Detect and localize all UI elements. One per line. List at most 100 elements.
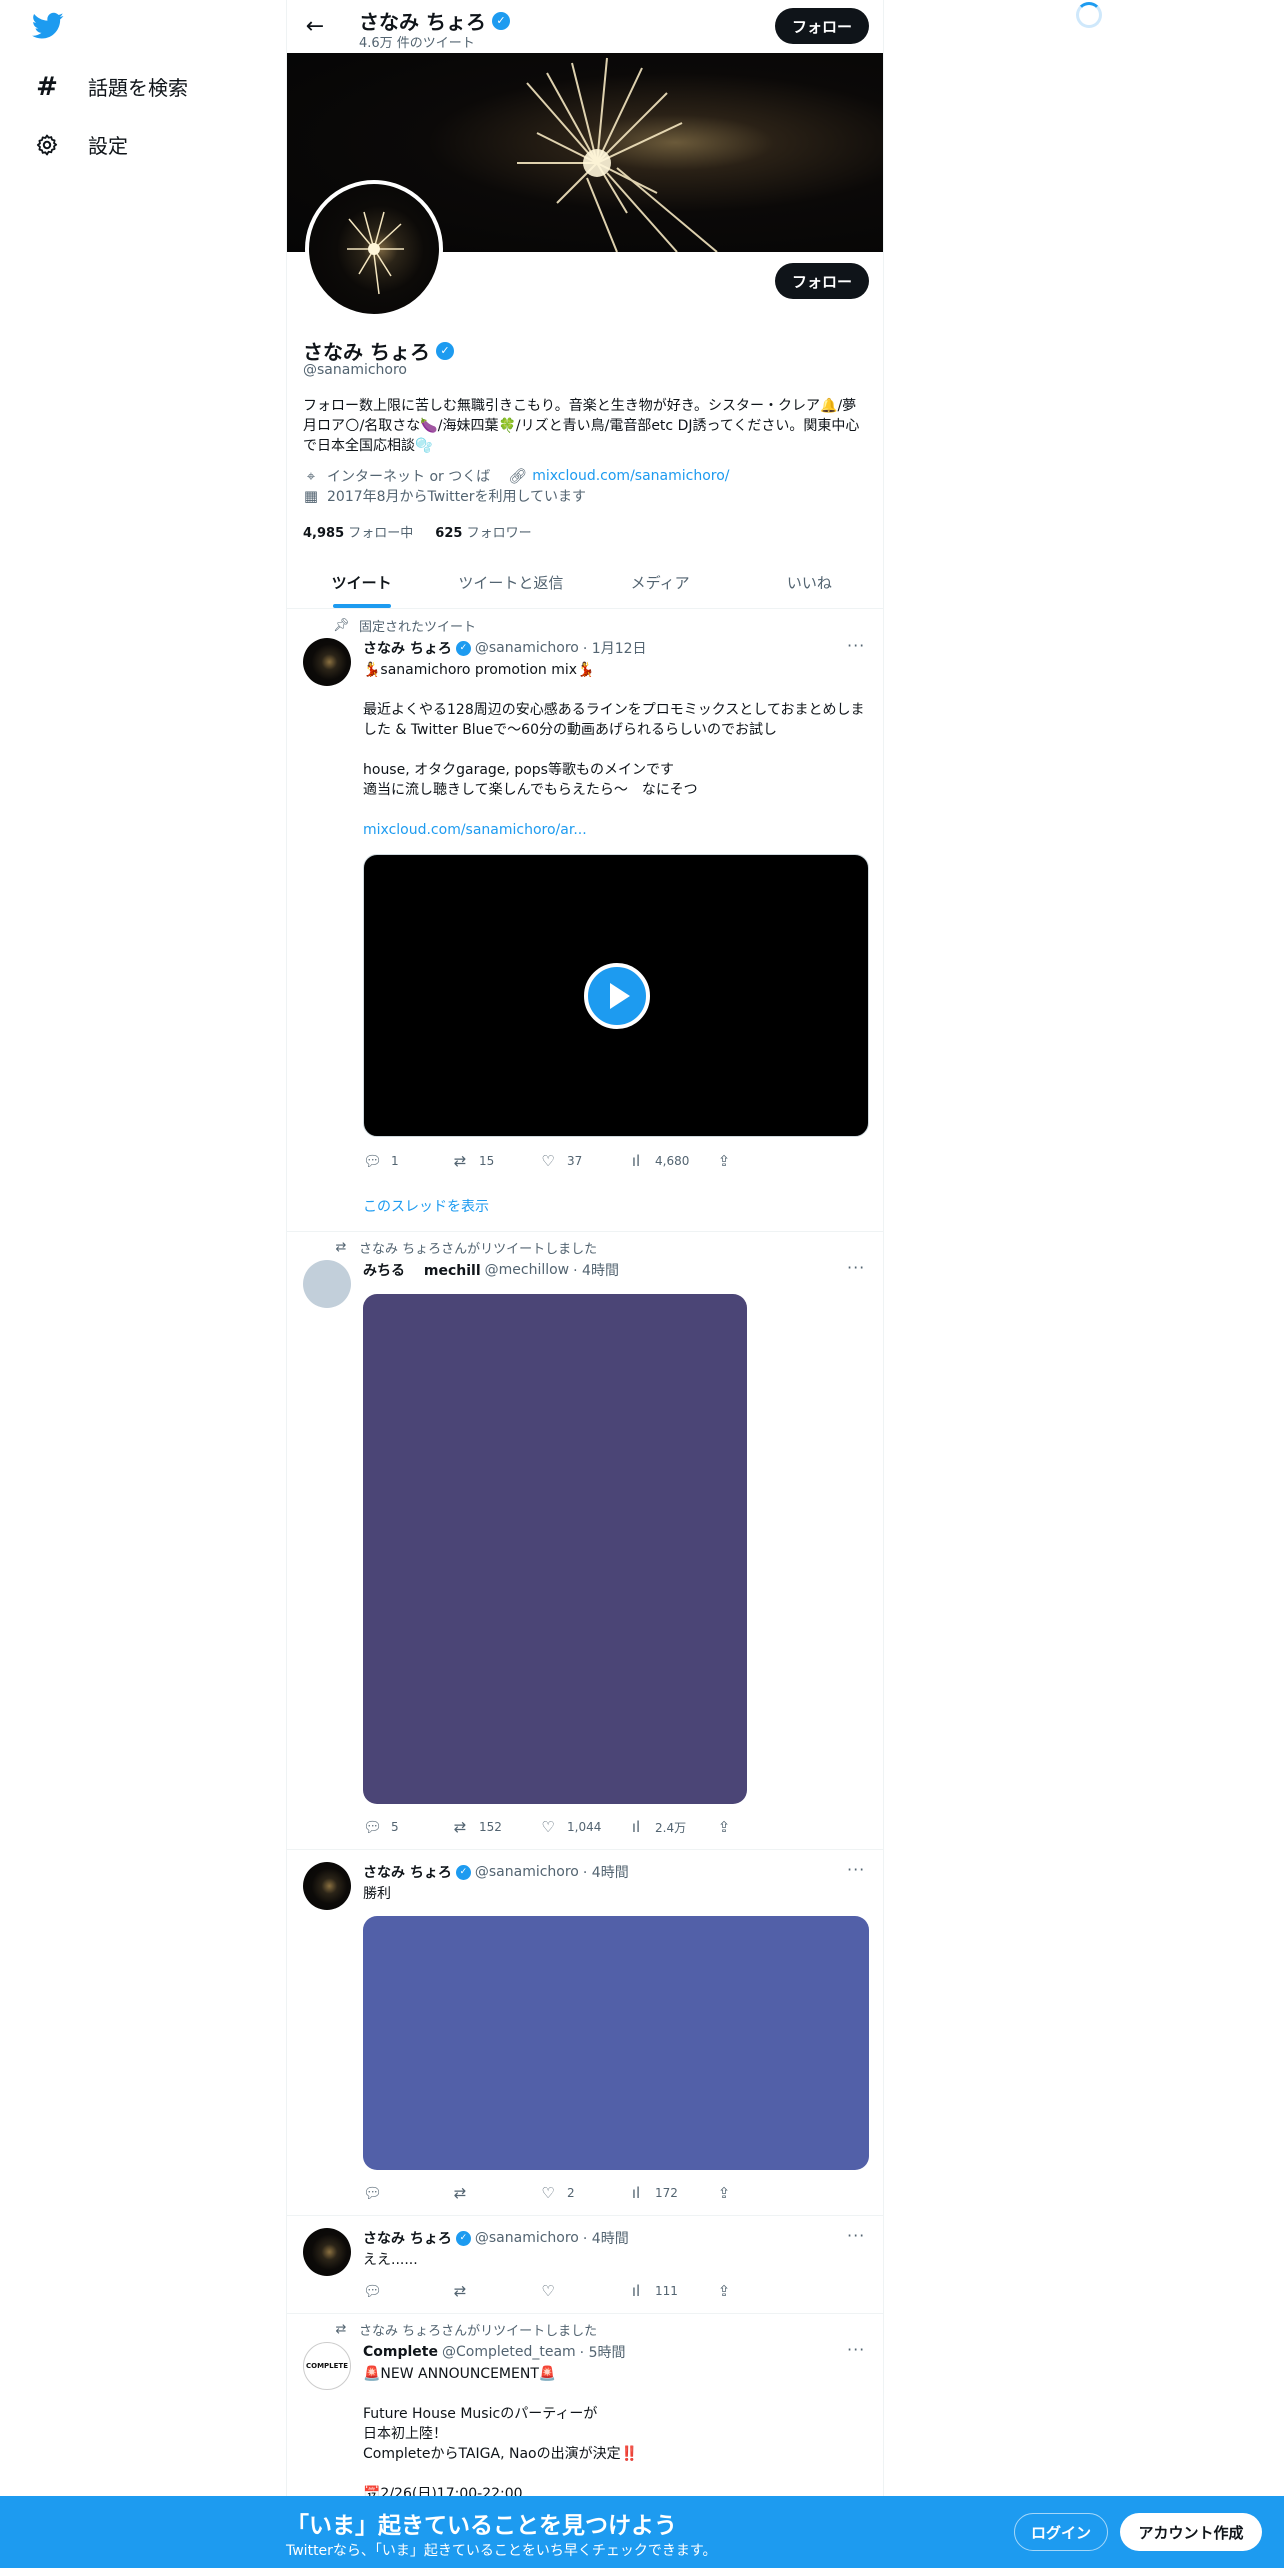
- bar-chart-icon: ıl: [631, 2282, 641, 2300]
- share-button[interactable]: ⇪: [715, 1152, 803, 1170]
- verified-badge-icon: ✓: [491, 11, 510, 30]
- retweet-context: ⇄ さなみ ちょろさんがリツイートしました: [333, 1238, 598, 1257]
- views-button[interactable]: ıl 2.4万: [627, 1818, 715, 1836]
- profile-website-link[interactable]: mixcloud.com/sanamichoro/: [532, 468, 729, 484]
- tweet-time[interactable]: · 1月12日: [583, 638, 647, 658]
- tweet-link[interactable]: mixcloud.com/sanamichoro/ar...: [363, 820, 869, 840]
- tweet-time[interactable]: · 4時間: [573, 1260, 619, 1280]
- show-thread-link[interactable]: このスレッドを表示: [363, 1196, 489, 1216]
- tweet-author-handle[interactable]: @sanamichoro: [475, 2230, 579, 2246]
- verified-badge-icon: ✓: [455, 1864, 471, 1880]
- reply-button[interactable]: 💬︎ 5: [363, 1818, 451, 1836]
- following-stat[interactable]: 4,985 フォロー中: [303, 522, 413, 541]
- more-options-icon[interactable]: ···: [847, 636, 865, 655]
- tweet-header: さなみ ちょろ ✓ @sanamichoro · 1月12日: [363, 638, 647, 658]
- profile-name-text: さなみ ちょろ: [303, 340, 430, 364]
- reply-button[interactable]: 💬︎ 1: [363, 1152, 451, 1170]
- back-arrow-icon[interactable]: ←: [301, 12, 329, 40]
- retweet-button[interactable]: ⇄ 15: [451, 1152, 539, 1170]
- reply-icon: 💬︎: [363, 1152, 383, 1170]
- tweet-pinned[interactable]: 📌︎ 固定されたツイート さなみ ちょろ ✓ @sanamichoro · 1月…: [287, 610, 883, 1232]
- retweet-button[interactable]: ⇄ 152: [451, 1818, 539, 1836]
- twitter-logo-icon[interactable]: [31, 12, 64, 44]
- more-options-icon[interactable]: ···: [847, 2226, 865, 2245]
- retweet-count: 15: [479, 1154, 495, 1168]
- bar-chart-icon: ıl: [631, 1152, 641, 1170]
- like-count: 2: [567, 2186, 575, 2200]
- avatar[interactable]: [303, 638, 351, 686]
- tweet-retweet-mechill[interactable]: ⇄ さなみ ちょろさんがリツイートしました みちる mechill @mechi…: [287, 1232, 883, 1850]
- retweet-button[interactable]: ⇄: [451, 2184, 539, 2202]
- profile-follow-button[interactable]: フォロー: [775, 263, 869, 299]
- profile-avatar[interactable]: [305, 180, 443, 318]
- tweet-author-handle[interactable]: @sanamichoro: [475, 640, 579, 656]
- tweet-header: さなみ ちょろ ✓ @sanamichoro · 4時間: [363, 2228, 629, 2248]
- avatar[interactable]: [303, 1862, 351, 1910]
- tweet-ee[interactable]: さなみ ちょろ ✓ @sanamichoro · 4時間 ··· ええ.....…: [287, 2216, 883, 2314]
- avatar[interactable]: COMPLETE: [303, 2342, 351, 2390]
- retweet-icon: ⇄: [453, 1818, 467, 1836]
- signup-button[interactable]: アカウント作成: [1120, 2513, 1262, 2551]
- avatar[interactable]: [303, 1260, 351, 1308]
- signup-banner-title: 「いま」起きていることを見つけよう: [286, 2513, 677, 2539]
- verified-badge-icon: ✓: [455, 640, 471, 656]
- play-button-icon[interactable]: [584, 963, 650, 1029]
- views-button[interactable]: ıl 172: [627, 2184, 715, 2202]
- tweet-author-handle[interactable]: @Completed_team: [442, 2344, 576, 2360]
- share-icon: ⇪: [717, 1818, 731, 1836]
- reply-button[interactable]: 💬︎: [363, 2282, 451, 2300]
- nav-settings[interactable]: 設定: [34, 130, 128, 159]
- tweet-image[interactable]: [363, 1916, 869, 2170]
- views-button[interactable]: ıl 4,680: [627, 1152, 715, 1170]
- tweet-author-handle[interactable]: @sanamichoro: [475, 1864, 579, 1880]
- profile-tabs: ツイート ツイートと返信 メディア いいね: [287, 556, 883, 609]
- more-options-icon[interactable]: ···: [847, 2340, 865, 2359]
- tweet-author-name[interactable]: さなみ ちょろ: [363, 1862, 452, 1882]
- retweet-context-text: さなみ ちょろさんがリツイートしました: [359, 2324, 598, 2339]
- gear-icon: [34, 132, 60, 158]
- more-options-icon[interactable]: ···: [847, 1258, 865, 1277]
- tab-tweets-and-replies[interactable]: ツイートと返信: [436, 556, 585, 608]
- tweet-author-handle[interactable]: @mechillow: [485, 1262, 570, 1278]
- nav-explore[interactable]: # 話題を検索: [34, 72, 188, 102]
- retweet-icon: ⇄: [453, 2282, 467, 2300]
- like-button[interactable]: ♡ 1,044: [539, 1818, 627, 1836]
- tweet-video[interactable]: [363, 854, 869, 1137]
- profile-header-bar: ← さなみ ちょろ ✓ 4.6万 件のツイート フォロー: [287, 0, 883, 53]
- share-button[interactable]: ⇪: [715, 1818, 803, 1836]
- heart-icon: ♡: [541, 2282, 555, 2300]
- following-count: 4,985: [303, 526, 345, 541]
- verified-badge-icon: ✓: [435, 341, 454, 360]
- login-button[interactable]: ログイン: [1014, 2513, 1108, 2551]
- profile-meta-row: ⌖ インターネット or つくば 🔗︎ mixcloud.com/sanamic…: [303, 466, 730, 486]
- retweet-icon: ⇄: [453, 2184, 467, 2202]
- like-button[interactable]: ♡: [539, 2282, 627, 2300]
- followers-stat[interactable]: 625 フォロワー: [435, 522, 531, 541]
- tweet-author-name[interactable]: さなみ ちょろ: [363, 638, 452, 658]
- header-follow-button[interactable]: フォロー: [775, 8, 869, 44]
- tweet-author-name[interactable]: さなみ ちょろ: [363, 2228, 452, 2248]
- tab-media[interactable]: メディア: [586, 556, 735, 608]
- tab-likes[interactable]: いいね: [735, 556, 883, 608]
- verified-badge-icon: ✓: [455, 2230, 471, 2246]
- like-button[interactable]: ♡ 37: [539, 1152, 627, 1170]
- tweet-author-name[interactable]: Complete: [363, 2344, 438, 2360]
- nav-explore-label: 話題を検索: [88, 76, 188, 100]
- tweet-time[interactable]: · 5時間: [580, 2342, 626, 2362]
- share-button[interactable]: ⇪: [715, 2282, 803, 2300]
- tab-tweets[interactable]: ツイート: [287, 556, 436, 608]
- tweet-time[interactable]: · 4時間: [583, 1862, 629, 1882]
- tweet-victory[interactable]: さなみ ちょろ ✓ @sanamichoro · 4時間 ··· 勝利 💬︎ ⇄…: [287, 1850, 883, 2216]
- tweet-time[interactable]: · 4時間: [583, 2228, 629, 2248]
- reply-button[interactable]: 💬︎: [363, 2184, 451, 2202]
- bar-chart-icon: ıl: [631, 1818, 641, 1836]
- like-button[interactable]: ♡ 2: [539, 2184, 627, 2202]
- profile-bio: フォロー数上限に苦しむ無職引きこもり。音楽と生き物が好き。シスター・クレア🔔/夢…: [303, 398, 860, 454]
- share-button[interactable]: ⇪: [715, 2184, 803, 2202]
- views-button[interactable]: ıl 111: [627, 2282, 715, 2300]
- avatar[interactable]: [303, 2228, 351, 2276]
- retweet-button[interactable]: ⇄: [451, 2282, 539, 2300]
- tweet-image[interactable]: [363, 1294, 747, 1804]
- more-options-icon[interactable]: ···: [847, 1860, 865, 1879]
- tweet-author-name[interactable]: みちる mechill: [363, 1260, 481, 1280]
